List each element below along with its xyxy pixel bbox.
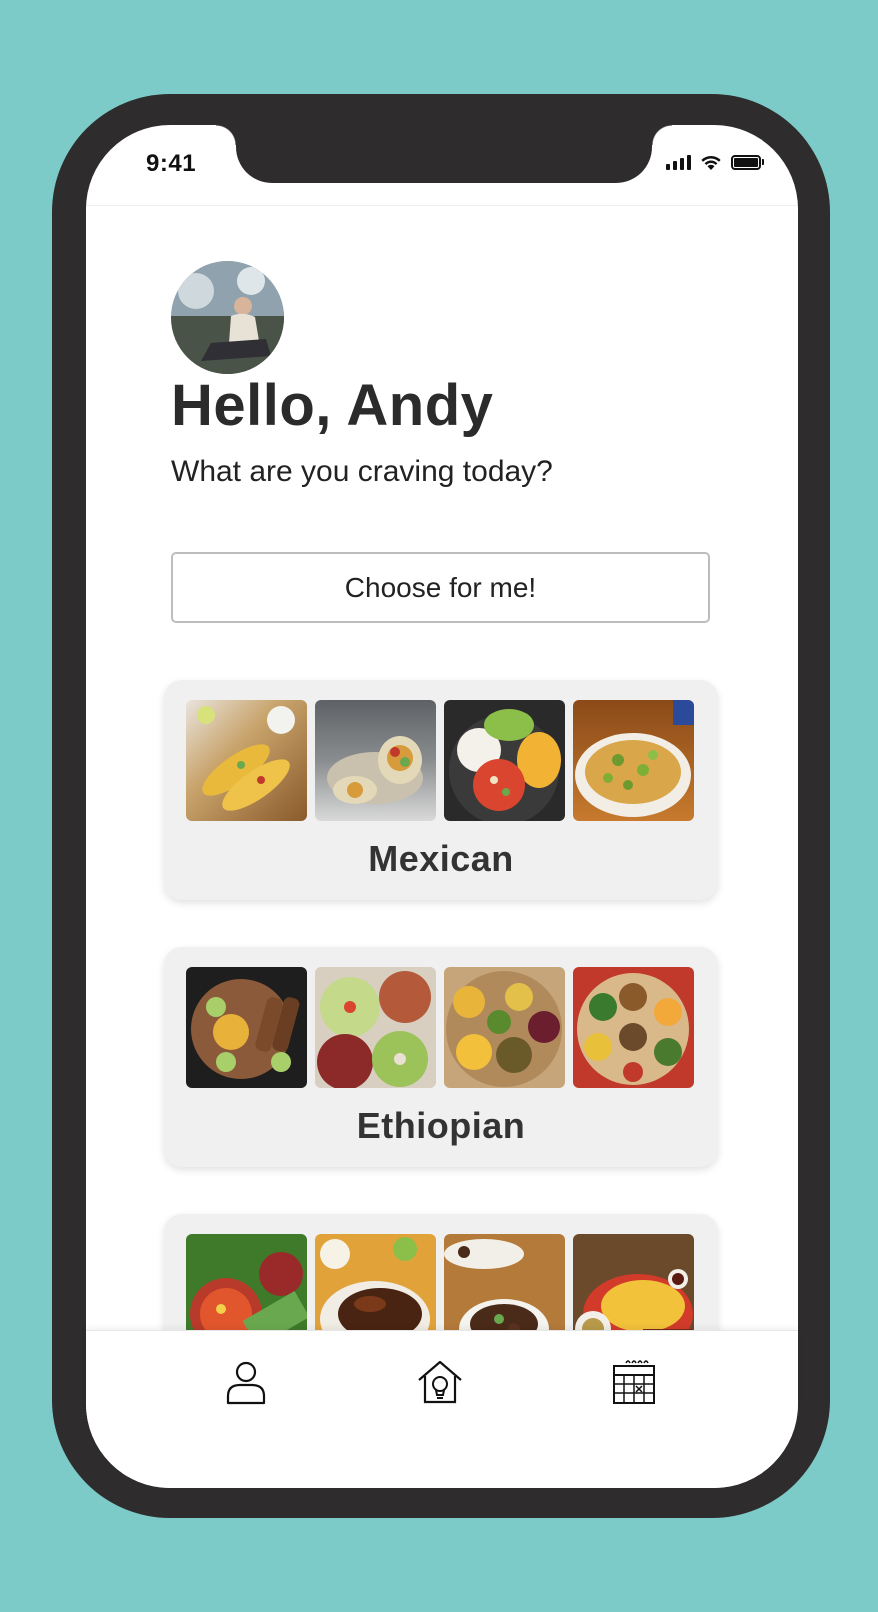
greeting-title: Hello, Andy bbox=[171, 373, 494, 438]
phone-notch bbox=[216, 125, 672, 183]
avatar[interactable] bbox=[171, 261, 284, 374]
tacos-photo bbox=[186, 700, 307, 821]
battery-icon bbox=[731, 154, 764, 170]
choose-for-me-button[interactable]: Choose for me! bbox=[171, 552, 710, 623]
cuisine-card-ethiopian[interactable]: Ethiopian bbox=[164, 947, 718, 1167]
profile-icon[interactable] bbox=[222, 1358, 270, 1406]
salsa-bowl-photo bbox=[444, 700, 565, 821]
wifi-icon bbox=[701, 155, 721, 170]
injera-platter-photo bbox=[186, 967, 307, 1088]
nachos-photo bbox=[573, 700, 694, 821]
mixed-platter-photo bbox=[573, 967, 694, 1088]
cellular-signal-icon bbox=[666, 154, 691, 170]
cuisine-label: Mexican bbox=[368, 838, 514, 879]
injera-combo-photo bbox=[444, 967, 565, 1088]
home-bulb-icon[interactable] bbox=[416, 1358, 464, 1406]
burrito-photo bbox=[315, 700, 436, 821]
craving-prompt: What are you craving today? bbox=[171, 455, 553, 488]
lentils-salad-photo bbox=[315, 967, 436, 1088]
cuisine-label: Ethiopian bbox=[356, 1105, 526, 1146]
bottom-tab-bar bbox=[86, 1330, 798, 1488]
cuisine-card-mexican[interactable]: Mexican bbox=[164, 680, 718, 900]
header-divider bbox=[86, 205, 798, 206]
calendar-icon[interactable] bbox=[610, 1358, 658, 1406]
status-time: 9:41 bbox=[146, 150, 197, 177]
status-icons bbox=[666, 153, 764, 171]
